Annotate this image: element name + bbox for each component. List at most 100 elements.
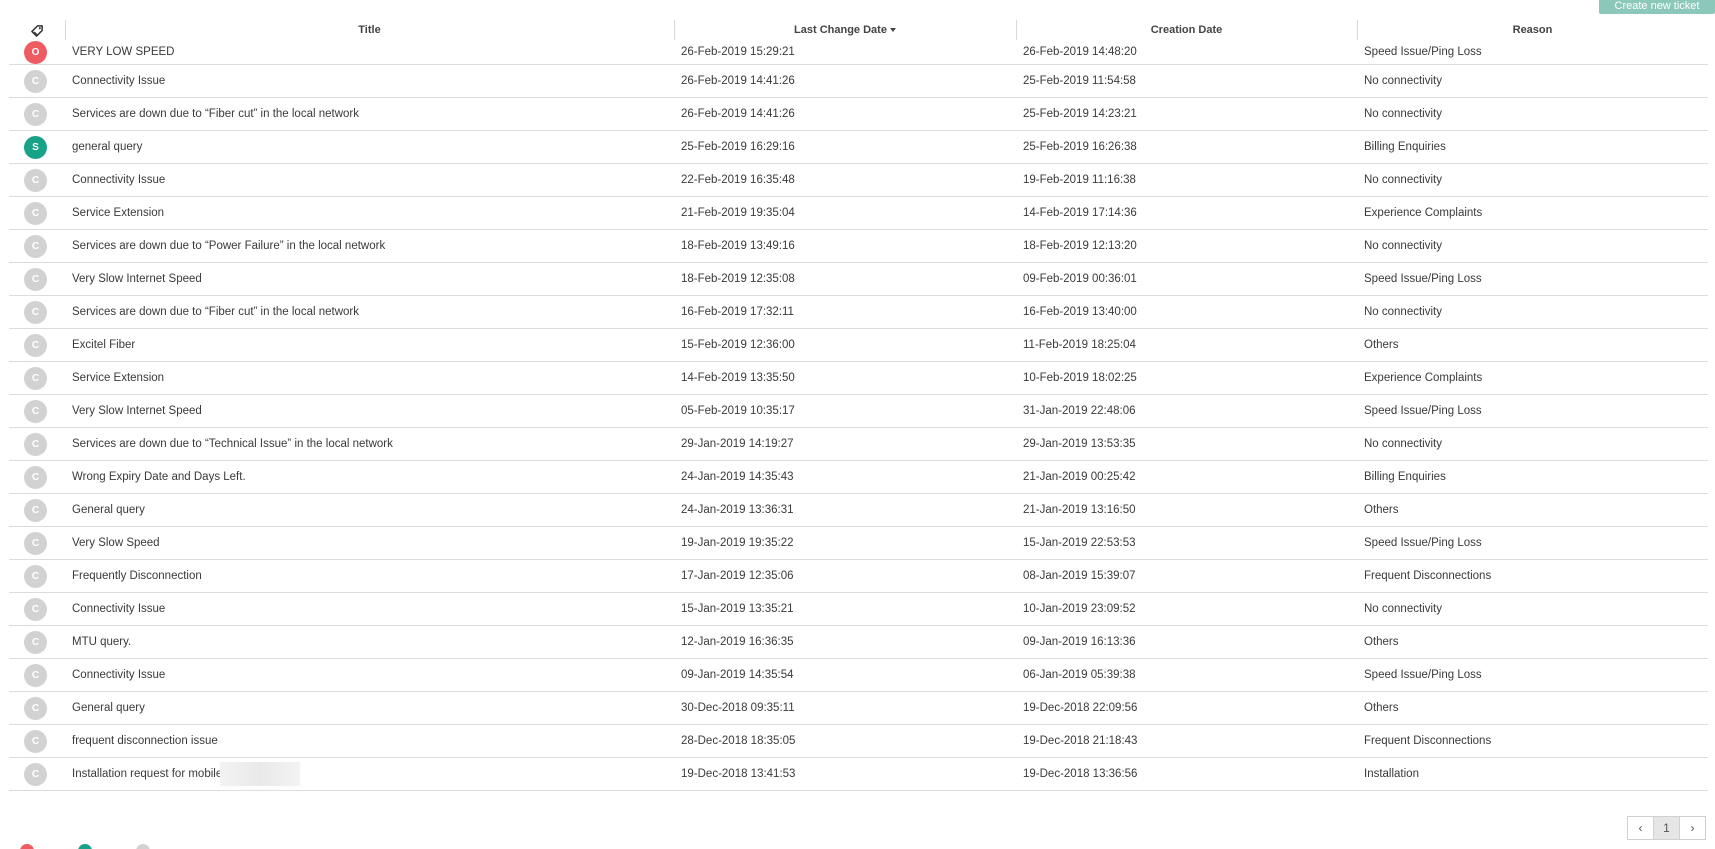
reason-cell-text: No connectivity xyxy=(1364,603,1442,615)
table-row[interactable]: C Connectivity Issue 09-Jan-2019 14:35:54 0… xyxy=(9,659,1708,692)
table-row[interactable]: C Excitel Fiber 15-Feb-2019 12:36:00 11-Feb… xyxy=(9,329,1708,362)
tag-icon xyxy=(30,24,44,37)
last-change-cell: 18-Feb-2019 13:49:16 xyxy=(674,240,1016,252)
table-row[interactable]: C Services are down due to “Technical Iss… xyxy=(9,428,1708,461)
status-cell: C xyxy=(9,201,65,225)
table-row[interactable]: C Services are down due to “Fiber cut” in… xyxy=(9,296,1708,329)
status-cell: C xyxy=(9,531,65,555)
reason-cell-text: No connectivity xyxy=(1364,108,1442,120)
table-row[interactable]: C Very Slow Internet Speed 18-Feb-2019 12:… xyxy=(9,263,1708,296)
status-badge: C xyxy=(24,168,47,192)
table-row[interactable]: C General query 30-Dec-2018 09:35:11 19-Dec… xyxy=(9,692,1708,725)
reason-cell-text: Billing Enquiries xyxy=(1364,471,1446,483)
table-row[interactable]: Sgeneral query 25-Feb-2019 16:29:16 25-Feb… xyxy=(9,131,1708,164)
last-change-cell: 12-Jan-2019 16:36:35 xyxy=(674,636,1016,648)
status-cell: C xyxy=(9,696,65,720)
creation-date-cell-text: 15-Jan-2019 22:53:53 xyxy=(1023,537,1136,549)
header-creation-date[interactable]: Creation Date xyxy=(1016,20,1357,40)
reason-cell-text: No connectivity xyxy=(1364,438,1442,450)
last-change-cell-text: 30-Dec-2018 09:35:11 xyxy=(681,702,795,714)
reason-cell-text: Others xyxy=(1364,339,1399,351)
creation-date-cell-text: 21-Jan-2019 13:16:50 xyxy=(1023,504,1136,516)
status-cell: C xyxy=(9,630,65,654)
reason-cell-text: Frequent Disconnections xyxy=(1364,735,1492,747)
last-change-cell: 16-Feb-2019 17:32:11 xyxy=(674,306,1016,318)
reason-cell-text: Speed Issue/Ping Loss xyxy=(1364,405,1482,417)
last-change-cell: 19-Dec-2018 13:41:53 xyxy=(674,768,1016,780)
creation-date-cell-text: 06-Jan-2019 05:39:38 xyxy=(1023,669,1136,681)
creation-date-cell: 16-Feb-2019 13:40:00 xyxy=(1016,306,1357,318)
creation-date-cell-text: 25-Feb-2019 16:26:38 xyxy=(1023,141,1137,153)
table-row[interactable]: C Connectivity Issue 26-Feb-2019 14:41:26 2… xyxy=(9,65,1708,98)
table-row[interactable]: C Service Extension 21-Feb-2019 19:35:04 14… xyxy=(9,197,1708,230)
reason-cell: Billing Enquiries xyxy=(1357,141,1708,153)
reason-cell: Others xyxy=(1357,339,1708,351)
table-row[interactable]: Cfrequent disconnection issue 28-Dec-2018… xyxy=(9,725,1708,758)
status-cell: C xyxy=(9,762,65,786)
header-last-change-date[interactable]: Last Change Date xyxy=(674,20,1016,40)
status-cell: C xyxy=(9,267,65,291)
title-cell-text: VERY LOW SPEED xyxy=(72,46,175,58)
status-legend xyxy=(20,844,150,849)
pagination-prev-button[interactable]: ‹ xyxy=(1627,816,1654,840)
table-row[interactable]: C General query 24-Jan-2019 13:36:31 21-Jan… xyxy=(9,494,1708,527)
title-cell: general query xyxy=(65,141,674,153)
last-change-cell-text: 19-Dec-2018 13:41:53 xyxy=(681,768,796,780)
table-row[interactable]: O VERY LOW SPEED 26-Feb-2019 15:29:21 26-Fe… xyxy=(9,40,1708,65)
table-row[interactable]: C Connectivity Issue 15-Jan-2019 13:35:21 1… xyxy=(9,593,1708,626)
create-new-ticket-button[interactable]: Create new ticket xyxy=(1599,0,1715,14)
status-cell: C xyxy=(9,168,65,192)
reason-cell: Frequent Disconnections xyxy=(1357,735,1708,747)
table-row[interactable]: C Service Extension 14-Feb-2019 13:35:50 10… xyxy=(9,362,1708,395)
table-row[interactable]: C Connectivity Issue 22-Feb-2019 16:35:48 1… xyxy=(9,164,1708,197)
legend-open-dot xyxy=(20,844,34,849)
last-change-cell-text: 12-Jan-2019 16:36:35 xyxy=(681,636,794,648)
table-row[interactable]: C Very Slow Speed 19-Jan-2019 19:35:22 15-J… xyxy=(9,527,1708,560)
table-row[interactable]: C Very Slow Internet Speed 05-Feb-2019 10:… xyxy=(9,395,1708,428)
last-change-cell-text: 28-Dec-2018 18:35:05 xyxy=(681,735,796,747)
pagination-next-button[interactable]: › xyxy=(1679,816,1706,840)
last-change-cell: 26-Feb-2019 14:41:26 xyxy=(674,108,1016,120)
last-change-cell-text: 29-Jan-2019 14:19:27 xyxy=(681,438,794,450)
status-badge: C xyxy=(24,663,47,687)
title-cell-text: Wrong Expiry Date and Days Left. xyxy=(72,471,246,483)
creation-date-cell-text: 16-Feb-2019 13:40:00 xyxy=(1023,306,1137,318)
title-cell: Services are down due to “Fiber cut” in … xyxy=(65,306,674,318)
title-cell-text: Service Extension xyxy=(72,207,165,219)
legend-solved-dot xyxy=(78,844,92,849)
status-badge: C xyxy=(24,696,47,720)
status-cell: O xyxy=(9,40,65,64)
title-cell: Services are down due to “Technical Issu… xyxy=(65,438,674,450)
title-cell: Connectivity Issue xyxy=(65,669,674,681)
table-row[interactable]: C Services are down due to “Fiber cut” in… xyxy=(9,98,1708,131)
title-cell-text: Frequently Disconnection xyxy=(72,570,202,582)
reason-cell: Experience Complaints xyxy=(1357,207,1708,219)
title-cell: Services are down due to “Fiber cut” in … xyxy=(65,108,674,120)
header-creation-label: Creation Date xyxy=(1150,24,1223,36)
reason-cell-text: No connectivity xyxy=(1364,174,1442,186)
reason-cell: No connectivity xyxy=(1357,108,1708,120)
status-badge: C xyxy=(24,102,47,126)
status-badge: C xyxy=(24,465,47,489)
table-row[interactable]: C Services are down due to “Power Failure… xyxy=(9,230,1708,263)
title-cell: Very Slow Internet Speed xyxy=(65,273,674,285)
ticket-list-page: Create new ticket Title Last Change Date… xyxy=(0,0,1715,849)
creation-date-cell-text: 19-Dec-2018 13:36:56 xyxy=(1023,768,1138,780)
last-change-cell: 21-Feb-2019 19:35:04 xyxy=(674,207,1016,219)
creation-date-cell: 18-Feb-2019 12:13:20 xyxy=(1016,240,1357,252)
last-change-cell-text: 26-Feb-2019 14:41:26 xyxy=(681,108,795,120)
table-row[interactable]: C Wrong Expiry Date and Days Left. 24-Jan-… xyxy=(9,461,1708,494)
header-title[interactable]: Title xyxy=(65,20,674,40)
title-cell: MTU query. xyxy=(65,636,674,648)
title-cell-text: Connectivity Issue xyxy=(72,603,166,615)
last-change-cell: 25-Feb-2019 16:29:16 xyxy=(674,141,1016,153)
last-change-cell-text: 24-Jan-2019 13:36:31 xyxy=(681,504,794,516)
header-reason[interactable]: Reason xyxy=(1357,20,1708,40)
pagination: ‹ 1 › xyxy=(1627,816,1706,840)
table-row[interactable]: C Installation request for mobile 19-Dec-2… xyxy=(9,758,1708,791)
table-row[interactable]: C Frequently Disconnection 17-Jan-2019 12:… xyxy=(9,560,1708,593)
pagination-page-1[interactable]: 1 xyxy=(1653,816,1680,840)
table-row[interactable]: C MTU query. 12-Jan-2019 16:36:35 09-Jan-20… xyxy=(9,626,1708,659)
creation-date-cell: 06-Jan-2019 05:39:38 xyxy=(1016,669,1357,681)
status-cell: C xyxy=(9,102,65,126)
